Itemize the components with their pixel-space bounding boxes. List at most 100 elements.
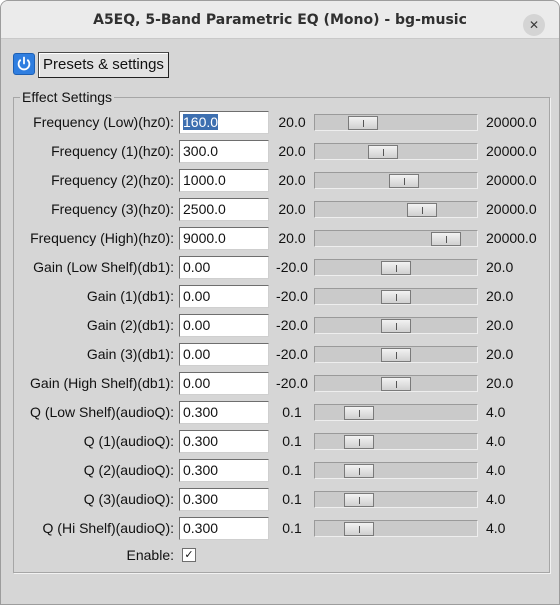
parameter-slider[interactable]	[314, 404, 478, 421]
slider-max-label: 4.0	[486, 433, 506, 449]
parameter-slider[interactable]	[314, 375, 478, 392]
slider-thumb[interactable]	[381, 261, 411, 275]
parameter-value-field[interactable]: 0.300	[179, 401, 269, 424]
parameter-value-text: 1000.0	[183, 172, 226, 188]
slider-thumb[interactable]	[344, 464, 374, 478]
parameter-slider[interactable]	[314, 230, 478, 247]
parameter-value-field[interactable]: 1000.0	[179, 169, 269, 192]
slider-max-label: 20000.0	[486, 114, 537, 130]
parameter-slider[interactable]	[314, 143, 478, 160]
slider-min-label: 20.0	[278, 114, 306, 130]
close-icon: ✕	[528, 18, 540, 32]
parameter-value-field[interactable]: 160.0	[179, 111, 269, 134]
check-icon: ✓	[184, 548, 194, 561]
effect-dialog: A5EQ, 5-Band Parametric EQ (Mono) - bg-m…	[0, 0, 560, 605]
power-icon	[17, 56, 31, 71]
parameter-row: Q (1)(audioQ): 0.300 0.1 4.0	[1, 430, 559, 453]
parameter-slider[interactable]	[314, 520, 478, 537]
presets-settings-button[interactable]: Presets & settings	[38, 52, 169, 78]
parameter-value-field[interactable]: 2500.0	[179, 198, 269, 221]
slider-thumb[interactable]	[381, 290, 411, 304]
slider-thumb[interactable]	[348, 116, 378, 130]
parameter-value-text: 2500.0	[183, 201, 226, 217]
parameter-slider[interactable]	[314, 317, 478, 334]
parameter-value-field[interactable]: 0.300	[179, 430, 269, 453]
slider-thumb[interactable]	[407, 203, 437, 217]
parameter-value-field[interactable]: 0.300	[179, 517, 269, 540]
parameter-slider[interactable]	[314, 259, 478, 276]
parameter-value-text: 0.300	[183, 491, 219, 507]
parameter-value-text: 0.00	[183, 288, 211, 304]
parameter-slider[interactable]	[314, 433, 478, 450]
slider-max-label: 20.0	[486, 346, 514, 362]
slider-max-label: 20.0	[486, 288, 514, 304]
parameter-value-field[interactable]: 0.00	[179, 343, 269, 366]
slider-thumb[interactable]	[381, 377, 411, 391]
power-button[interactable]	[13, 53, 35, 75]
parameter-value-text: 0.300	[183, 433, 219, 449]
parameter-label: Gain (1)(db1):	[86, 288, 174, 304]
slider-thumb[interactable]	[344, 435, 374, 449]
slider-thumb[interactable]	[344, 493, 374, 507]
parameter-value-field[interactable]: 0.300	[179, 459, 269, 482]
parameter-slider[interactable]	[314, 172, 478, 189]
parameter-label: Gain (3)(db1):	[86, 346, 174, 362]
slider-thumb[interactable]	[431, 232, 461, 246]
parameter-label: Frequency (High)(hz0):	[30, 230, 174, 246]
parameter-row: Q (Low Shelf)(audioQ): 0.300 0.1 4.0	[1, 401, 559, 424]
slider-min-label: 20.0	[278, 143, 306, 159]
parameter-value-text: 0.300	[183, 520, 219, 536]
parameter-label: Gain (Low Shelf)(db1):	[33, 259, 174, 275]
parameter-label: Frequency (1)(hz0):	[51, 143, 174, 159]
parameter-row: Gain (3)(db1): 0.00 -20.0 20.0	[1, 343, 559, 366]
slider-max-label: 20000.0	[486, 201, 537, 217]
parameter-value-field[interactable]: 0.00	[179, 285, 269, 308]
parameter-row: Frequency (2)(hz0): 1000.0 20.0 20000.0	[1, 169, 559, 192]
parameter-label: Q (Low Shelf)(audioQ):	[30, 404, 174, 420]
parameter-value-text: 0.00	[183, 259, 211, 275]
slider-thumb[interactable]	[368, 145, 398, 159]
title-bar[interactable]: A5EQ, 5-Band Parametric EQ (Mono) - bg-m…	[1, 1, 559, 39]
slider-thumb[interactable]	[344, 406, 374, 420]
parameter-row: Gain (High Shelf)(db1): 0.00 -20.0 20.0	[1, 372, 559, 395]
parameter-slider[interactable]	[314, 346, 478, 363]
parameter-label: Frequency (2)(hz0):	[51, 172, 174, 188]
parameter-value-field[interactable]: 0.00	[179, 256, 269, 279]
slider-min-label: -20.0	[276, 259, 308, 275]
parameter-label: Frequency (3)(hz0):	[51, 201, 174, 217]
parameter-slider[interactable]	[314, 462, 478, 479]
parameter-value-field[interactable]: 300.0	[179, 140, 269, 163]
slider-max-label: 4.0	[486, 404, 506, 420]
slider-thumb[interactable]	[344, 522, 374, 536]
parameter-value-field[interactable]: 0.00	[179, 372, 269, 395]
parameter-label: Frequency (Low)(hz0):	[33, 114, 174, 130]
slider-min-label: 20.0	[278, 172, 306, 188]
parameter-value-text: 160.0	[183, 114, 219, 130]
parameter-value-field[interactable]: 9000.0	[179, 227, 269, 250]
parameter-row: Frequency (3)(hz0): 2500.0 20.0 20000.0	[1, 198, 559, 221]
parameter-label: Q (1)(audioQ):	[83, 433, 174, 449]
parameter-value-text: 0.00	[183, 317, 211, 333]
parameter-slider[interactable]	[314, 491, 478, 508]
slider-min-label: 20.0	[278, 230, 306, 246]
enable-checkbox[interactable]: ✓	[182, 548, 196, 562]
slider-min-label: 0.1	[282, 462, 302, 478]
parameter-row: Q (2)(audioQ): 0.300 0.1 4.0	[1, 459, 559, 482]
parameter-value-field[interactable]: 0.00	[179, 314, 269, 337]
parameter-value-text: 9000.0	[183, 230, 226, 246]
parameter-slider[interactable]	[314, 201, 478, 218]
slider-min-label: -20.0	[276, 375, 308, 391]
parameter-value-field[interactable]: 0.300	[179, 488, 269, 511]
parameter-value-text: 0.300	[183, 462, 219, 478]
close-button[interactable]: ✕	[523, 14, 545, 36]
slider-thumb[interactable]	[381, 319, 411, 333]
slider-thumb[interactable]	[389, 174, 419, 188]
parameter-slider[interactable]	[314, 114, 478, 131]
slider-max-label: 20.0	[486, 259, 514, 275]
parameter-slider[interactable]	[314, 288, 478, 305]
slider-max-label: 20.0	[486, 375, 514, 391]
slider-max-label: 4.0	[486, 491, 506, 507]
slider-max-label: 20000.0	[486, 230, 537, 246]
slider-thumb[interactable]	[381, 348, 411, 362]
slider-max-label: 20.0	[486, 317, 514, 333]
